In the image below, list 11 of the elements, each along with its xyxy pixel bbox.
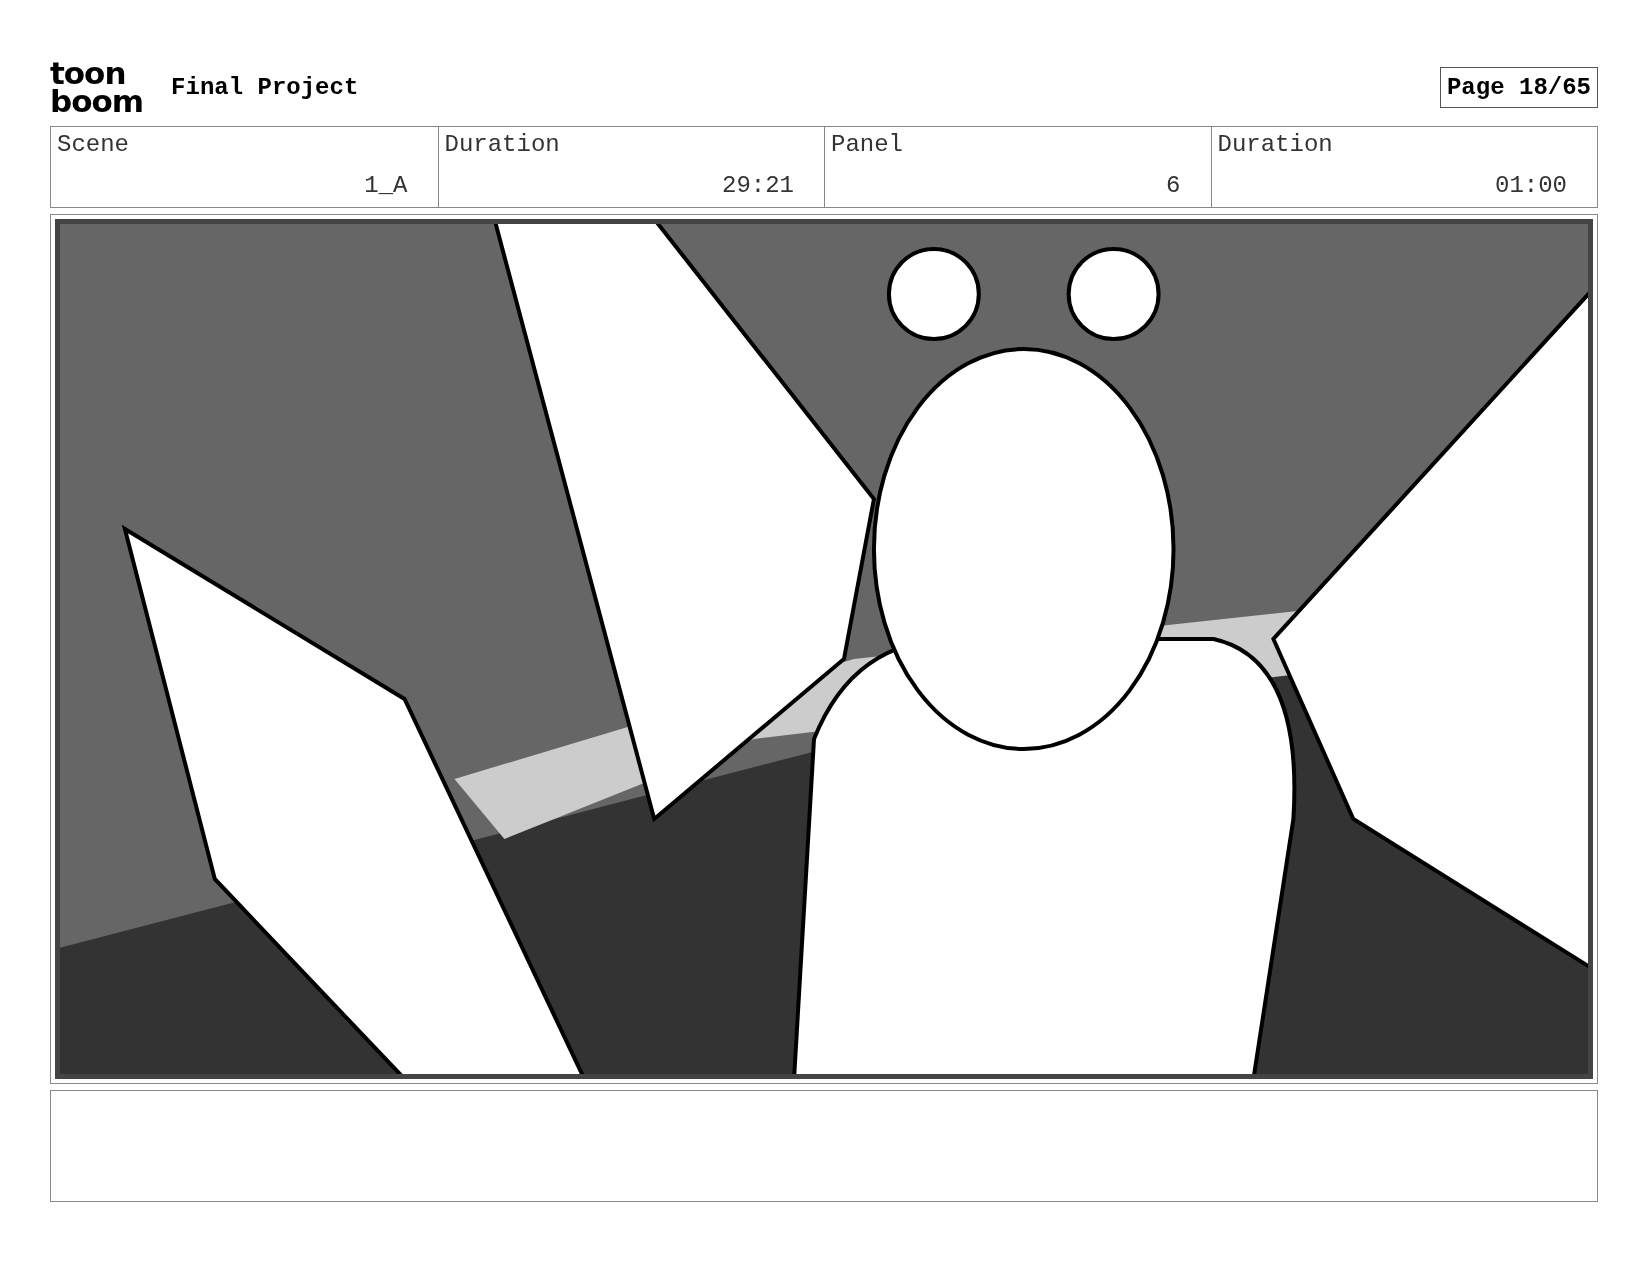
field-value: 1_A: [364, 172, 408, 199]
field-label: Duration: [1217, 131, 1334, 158]
field-value: 01:00: [1495, 172, 1567, 199]
project-title: Final Project: [171, 73, 359, 101]
field-label: Duration: [444, 131, 561, 158]
field-label: Panel: [831, 131, 904, 158]
logo: toon boom: [50, 59, 144, 115]
page-number: Page 18/65: [1439, 66, 1598, 108]
field-value: 6: [1166, 172, 1181, 199]
field-label: Scene: [57, 131, 130, 158]
field-value: 29:21: [722, 172, 794, 199]
